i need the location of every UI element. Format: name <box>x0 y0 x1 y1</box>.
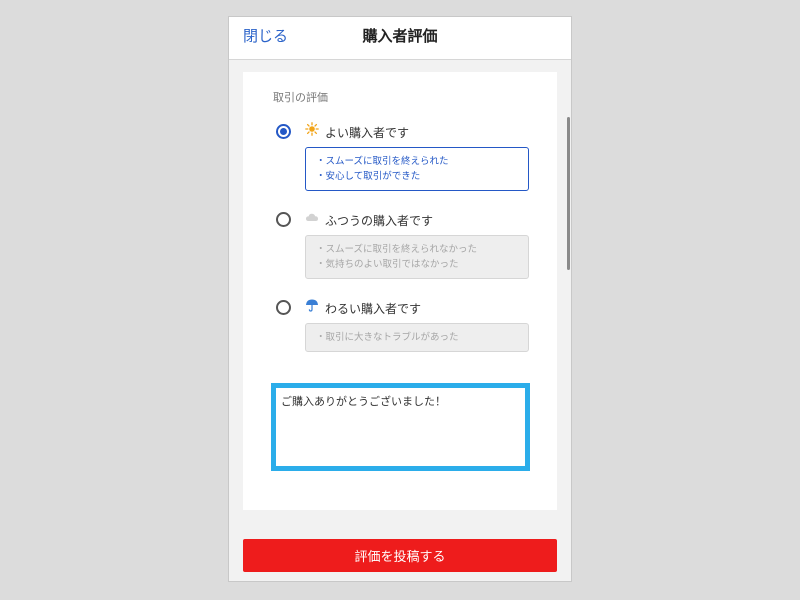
option-label-bad: わるい購入者です <box>325 302 422 316</box>
option-label-good: よい購入者です <box>325 126 410 140</box>
description-line: ・取引に大きなトラブルがあった <box>316 332 459 343</box>
radio-bad[interactable] <box>276 300 291 315</box>
option-label-normal: ふつうの購入者です <box>325 214 434 228</box>
description-box-good: ・スムーズに取引を終えられた ・安心して取引ができた <box>305 147 529 191</box>
description-box-bad: ・取引に大きなトラブルがあった <box>305 323 529 352</box>
description-box-normal: ・スムーズに取引を終えられなかった ・気持ちのよい取引ではなかった <box>305 235 529 279</box>
comment-input[interactable]: ご購入ありがとうございました！ <box>271 383 530 471</box>
radio-normal[interactable] <box>276 212 291 227</box>
section-label: 取引の評価 <box>273 91 328 104</box>
rating-card: 取引の評価 よい購入者です ・スムーズに取引を終えられた ・安心して取引ができた… <box>243 72 557 510</box>
header-bar: 閉じる 購入者評価 <box>229 17 571 60</box>
page-title: 購入者評価 <box>362 27 438 45</box>
description-line: ・安心して取引ができた <box>316 171 421 182</box>
description-line: ・気持ちのよい取引ではなかった <box>316 259 459 270</box>
umbrella-icon <box>305 298 319 312</box>
description-line: ・スムーズに取引を終えられなかった <box>316 244 478 255</box>
scrollbar[interactable] <box>567 117 570 270</box>
cloud-icon <box>305 210 319 224</box>
sun-icon <box>305 122 319 136</box>
phone-screen: 閉じる 購入者評価 取引の評価 よい購入者です ・スムーズに取引を終えられた ・… <box>228 16 572 582</box>
radio-good[interactable] <box>276 124 291 139</box>
description-line: ・スムーズに取引を終えられた <box>316 156 449 167</box>
submit-rating-button[interactable]: 評価を投稿する <box>243 539 557 572</box>
